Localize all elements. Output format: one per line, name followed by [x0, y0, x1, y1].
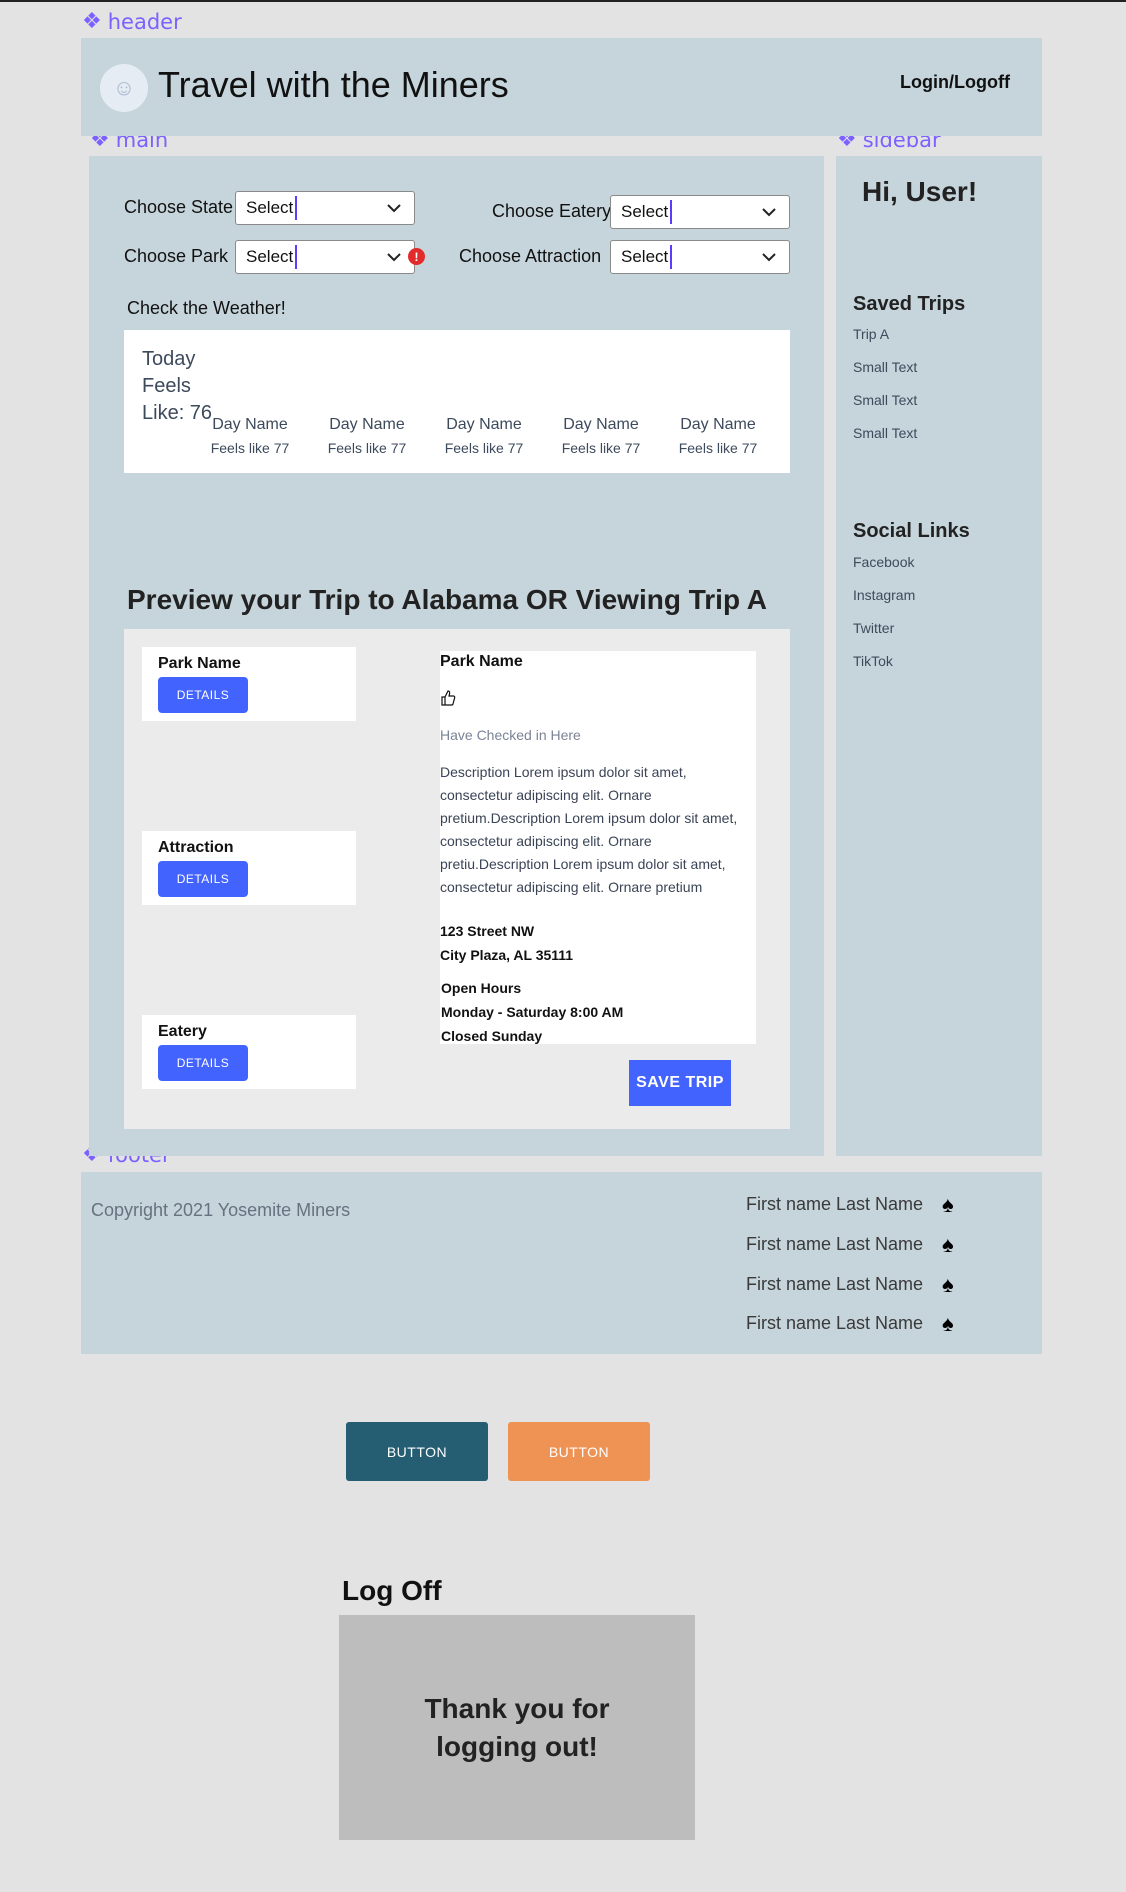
day-name: Day Name — [212, 416, 288, 433]
primary-button[interactable]: BUTTON — [346, 1422, 488, 1481]
checked-in-status: Have Checked in Here — [440, 727, 581, 743]
save-trip-button[interactable]: SAVE TRIP — [629, 1060, 731, 1106]
day-name: Day Name — [329, 416, 405, 433]
team-member: First name Last Name ♠ — [746, 1272, 954, 1297]
thumbs-up-icon[interactable] — [440, 689, 456, 712]
team-member-name: First name Last Name — [746, 1274, 924, 1294]
text-cursor — [295, 245, 298, 269]
preview-title: Preview your Trip to Alabama OR Viewing … — [127, 584, 768, 615]
card-title: Eatery — [158, 1023, 207, 1040]
text-cursor — [670, 245, 673, 269]
site-title: Travel with the Miners — [158, 64, 509, 105]
team-member: First name Last Name ♠ — [746, 1311, 954, 1336]
trip-preview: Park Name DETAILS Attraction DETAILS Eat… — [124, 629, 790, 1129]
weather-day: Day Name Feels like 77 — [434, 416, 534, 456]
weather-day: Day Name Feels like 77 — [200, 416, 300, 456]
saved-trip-link[interactable]: Small Text — [853, 359, 917, 375]
day-feels: Feels like 77 — [561, 440, 641, 456]
park-details-button[interactable]: DETAILS — [158, 677, 248, 713]
team-member-name: First name Last Name — [746, 1234, 924, 1254]
day-feels: Feels like 77 — [327, 440, 407, 456]
attraction-card: Attraction DETAILS — [142, 831, 356, 905]
logoff-message: Thank you for logging out! — [424, 1692, 610, 1762]
team-member: First name Last Name ♠ — [746, 1192, 954, 1217]
text-cursor — [670, 200, 673, 224]
today-feels-like: Today Feels Like: 76 — [142, 348, 213, 424]
chevron-down-icon — [387, 253, 401, 262]
day-feels: Feels like 77 — [678, 440, 758, 456]
choose-park-label: Choose Park — [124, 246, 229, 266]
choose-state-label: Choose State — [124, 197, 234, 217]
header-frame-label: ❖ header — [82, 10, 182, 34]
top-border — [0, 0, 1126, 2]
smiley-icon: ☺ — [112, 75, 136, 100]
saved-trip-link[interactable]: Small Text — [853, 392, 917, 408]
detail-title: Park Name — [440, 653, 523, 670]
spade-icon: ♠ — [942, 1272, 954, 1297]
eatery-card: Eatery DETAILS — [142, 1015, 356, 1089]
logoff-title: Log Off — [342, 1575, 442, 1606]
park-card: Park Name DETAILS — [142, 647, 356, 721]
chevron-down-icon — [762, 253, 776, 262]
saved-trip-link[interactable]: Small Text — [853, 425, 917, 441]
hours-line: Closed Sunday — [441, 1028, 543, 1044]
weather-heading: Check the Weather! — [127, 298, 286, 318]
social-link-instagram[interactable]: Instagram — [853, 587, 915, 603]
weather-widget: Today Feels Like: 76 Day Name Feels like … — [124, 330, 790, 473]
login-logoff-link[interactable]: Login/Logoff — [900, 72, 1010, 93]
state-select[interactable]: Select — [235, 191, 415, 225]
day-feels: Feels like 77 — [210, 440, 290, 456]
logoff-panel: Thank you for logging out! — [339, 1615, 695, 1840]
component-icon: ❖ — [82, 9, 102, 34]
chevron-down-icon — [762, 208, 776, 217]
team-member: First name Last Name ♠ — [746, 1232, 954, 1257]
select-value: Select — [621, 247, 669, 266]
day-name: Day Name — [680, 416, 756, 433]
social-links-heading: Social Links — [853, 520, 970, 542]
open-hours-block: Open Hours Monday - Saturday 8:00 AM Clo… — [441, 976, 623, 1048]
attraction-select[interactable]: Select — [610, 240, 790, 274]
attraction-details-button[interactable]: DETAILS — [158, 861, 248, 897]
social-link-tiktok[interactable]: TikTok — [853, 653, 893, 669]
text-cursor — [295, 196, 298, 220]
social-link-twitter[interactable]: Twitter — [853, 620, 894, 636]
avatar[interactable]: ☺ — [100, 64, 148, 112]
day-feels: Feels like 77 — [444, 440, 524, 456]
day-name: Day Name — [563, 416, 639, 433]
copyright: Copyright 2021 Yosemite Miners — [91, 1200, 351, 1220]
saved-trips-heading: Saved Trips — [853, 293, 966, 315]
spade-icon: ♠ — [942, 1311, 954, 1336]
social-link-facebook[interactable]: Facebook — [853, 554, 914, 570]
select-value: Select — [246, 198, 294, 217]
spade-icon: ♠ — [942, 1232, 954, 1257]
description-text: Description Lorem ipsum dolor sit amet, … — [440, 764, 738, 895]
address-line: 123 Street NW — [440, 923, 535, 939]
card-title: Attraction — [158, 839, 234, 856]
choose-attraction-label: Choose Attraction — [459, 246, 602, 266]
eatery-details-button[interactable]: DETAILS — [158, 1045, 248, 1081]
weather-day: Day Name Feels like 77 — [317, 416, 417, 456]
spade-icon: ♠ — [942, 1192, 954, 1217]
day-name: Day Name — [446, 416, 522, 433]
error-icon: ! — [408, 248, 425, 265]
select-value: Select — [621, 202, 669, 221]
user-greeting: Hi, User! — [862, 176, 978, 207]
hours-title: Open Hours — [441, 980, 522, 996]
team-member-name: First name Last Name — [746, 1313, 924, 1333]
secondary-button[interactable]: BUTTON — [508, 1422, 650, 1481]
hours-line: Monday - Saturday 8:00 AM — [441, 1004, 624, 1020]
team-member-name: First name Last Name — [746, 1194, 924, 1214]
weather-day: Day Name Feels like 77 — [668, 416, 768, 456]
park-select[interactable]: Select — [235, 240, 415, 274]
weather-day: Day Name Feels like 77 — [551, 416, 651, 456]
address: 123 Street NW City Plaza, AL 35111 — [440, 919, 573, 967]
saved-trip-link[interactable]: Trip A — [853, 326, 889, 342]
card-title: Park Name — [158, 655, 241, 672]
choose-eatery-label: Choose Eatery — [492, 201, 612, 221]
eatery-select[interactable]: Select — [610, 195, 790, 229]
frame-label-text: header — [107, 10, 182, 34]
chevron-down-icon — [387, 204, 401, 213]
select-value: Select — [246, 247, 294, 266]
address-line: City Plaza, AL 35111 — [440, 947, 574, 963]
